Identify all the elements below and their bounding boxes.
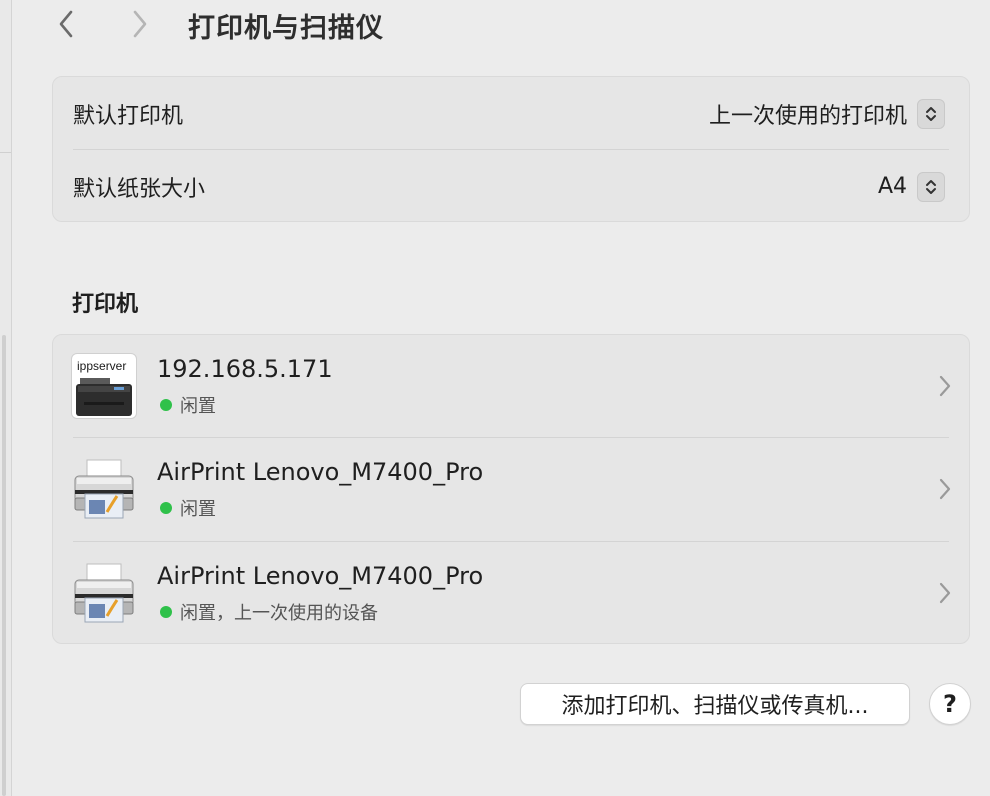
chevron-right-icon [939,478,951,500]
up-down-chevron-icon [926,179,936,194]
defaults-group: 默认打印机 上一次使用的打印机 默认纸张大小 A4 [52,76,970,222]
add-printer-button[interactable]: 添加打印机、扫描仪或传真机... [520,683,910,725]
chevron-right-icon [133,10,147,38]
default-printer-label: 默认打印机 [73,103,184,129]
default-paper-row[interactable]: 默认纸张大小 A4 [53,150,969,223]
printer-status: 闲置 [157,495,216,521]
printer-name: AirPrint Lenovo_M7400_Pro [157,562,484,590]
forward-button[interactable] [122,4,158,44]
default-paper-popup[interactable] [917,171,945,202]
chevron-right-icon [939,375,951,397]
printer-name: 192.168.5.171 [157,355,333,383]
toolbar: 打印机与扫描仪 [12,0,990,50]
page-title: 打印机与扫描仪 [188,13,384,44]
status-dot-icon [160,502,172,514]
printer-status-text: 闲置，上一次使用的设备 [180,603,378,624]
chevron-right-icon [939,582,951,604]
printer-status: 闲置 [157,392,216,418]
printer-icon [71,560,137,626]
printer-status-text: 闲置 [180,396,216,417]
printers-section-title: 打印机 [72,292,139,317]
printer-row[interactable]: ippserver 192.168.5.171 闲置 [53,335,969,438]
default-printer-row[interactable]: 默认打印机 上一次使用的打印机 [53,77,969,150]
printer-name: AirPrint Lenovo_M7400_Pro [157,458,484,486]
sidebar-edge [0,0,12,796]
status-dot-icon [160,399,172,411]
sidebar-divider [0,152,11,153]
help-button[interactable]: ? [929,683,971,725]
printers-list: ippserver 192.168.5.171 闲置 AirPrint Leno… [52,334,970,644]
printer-icon [71,456,137,522]
printer-status: 闲置，上一次使用的设备 [157,599,378,625]
up-down-chevron-icon [926,106,936,121]
sidebar-scrollbar[interactable] [2,335,6,796]
ippserver-printer-icon: ippserver [71,353,137,419]
default-paper-value[interactable]: A4 [878,174,907,199]
status-dot-icon [160,606,172,618]
chevron-left-icon [59,10,73,38]
printer-row[interactable]: AirPrint Lenovo_M7400_Pro 闲置 [53,438,969,541]
printer-row[interactable]: AirPrint Lenovo_M7400_Pro 闲置，上一次使用的设备 [53,542,969,645]
printer-status-text: 闲置 [180,499,216,520]
ippserver-icon-text: ippserver [77,359,127,373]
default-printer-value[interactable]: 上一次使用的打印机 [709,98,907,130]
default-printer-popup[interactable] [917,98,945,129]
back-button[interactable] [48,4,84,44]
default-paper-label: 默认纸张大小 [73,176,206,202]
